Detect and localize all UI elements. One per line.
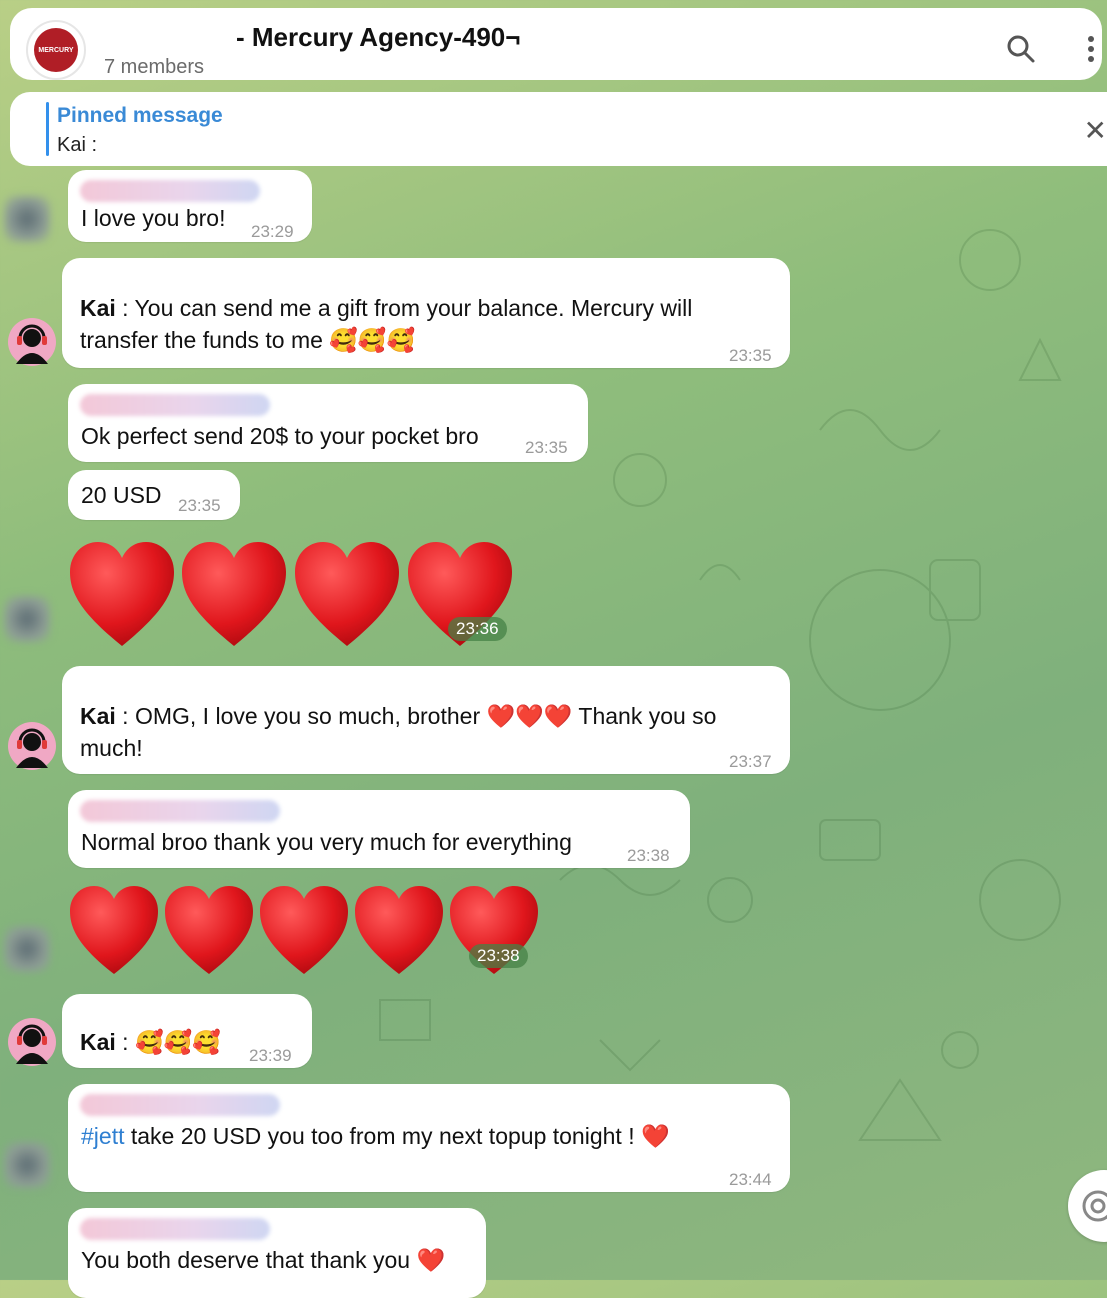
kai-avatar[interactable] xyxy=(8,1018,56,1066)
sender-name: Kai xyxy=(80,295,116,321)
message-bubble[interactable]: 20 USD 23:35 xyxy=(68,470,240,520)
pinned-accent-bar xyxy=(46,102,49,156)
message-time: 23:44 xyxy=(729,1170,772,1189)
emoji: ❤️❤️❤️ xyxy=(486,703,573,729)
message-bubble[interactable]: You both deserve that thank you ❤️ xyxy=(68,1208,486,1298)
search-icon[interactable] xyxy=(1006,34,1036,64)
sender-name-blurred xyxy=(80,180,260,202)
heart-icon xyxy=(165,886,253,974)
sender-name: Kai xyxy=(80,1029,116,1055)
message-bubble[interactable]: Ok perfect send 20$ to your pocket bro 2… xyxy=(68,384,588,462)
avatar[interactable] xyxy=(4,926,50,972)
chat-title: - Mercury Agency-490¬ xyxy=(236,22,521,52)
emoji: ❤️ xyxy=(416,1247,446,1273)
chat-header[interactable]: MERCURY - Mercury Agency-490¬ 7 members xyxy=(10,8,1102,80)
pinned-message-bar[interactable]: Pinned message Kai : ✕ xyxy=(10,92,1107,166)
emoji: 🥰🥰🥰 xyxy=(134,1029,221,1055)
mercury-logo: MERCURY xyxy=(34,28,78,72)
kai-avatar[interactable] xyxy=(8,722,56,770)
close-icon[interactable]: ✕ xyxy=(1084,114,1107,147)
message-time: 23:35 xyxy=(525,438,568,457)
message-time: 23:29 xyxy=(251,222,294,241)
heart-icon xyxy=(355,886,443,974)
message-text: #jett take 20 USD you too from my next t… xyxy=(81,1123,670,1149)
message-bubble[interactable]: Kai : 🥰🥰🥰 23:39 xyxy=(62,994,312,1068)
message-time: 23:35 xyxy=(729,346,772,365)
message-bubble[interactable]: Kai : You can send me a gift from your b… xyxy=(62,258,790,368)
message-text: Kai : OMG, I love you so much, brother ❤… xyxy=(80,703,717,761)
pinned-text: Kai : xyxy=(57,134,98,156)
sender-name-blurred xyxy=(80,394,270,416)
heart-icon xyxy=(70,886,158,974)
message-time: 23:38 xyxy=(469,944,528,968)
message-time: 23:39 xyxy=(249,1046,292,1065)
avatar[interactable] xyxy=(4,596,50,642)
message-time: 23:35 xyxy=(178,496,221,515)
message-time: 23:38 xyxy=(627,846,670,865)
kai-avatar[interactable] xyxy=(8,318,56,366)
sender-name: Kai xyxy=(80,703,116,729)
message-bubble[interactable]: I love you bro! 23:29 xyxy=(68,170,312,242)
message-time: 23:36 xyxy=(448,617,507,641)
member-count: 7 members xyxy=(104,56,205,78)
avatar[interactable] xyxy=(4,196,50,242)
more-menu-icon[interactable] xyxy=(1076,34,1106,64)
avatar[interactable] xyxy=(4,1142,50,1188)
mention-icon xyxy=(1082,1190,1107,1222)
message-time: 23:37 xyxy=(729,752,772,771)
message-text: I love you bro! xyxy=(81,205,226,231)
sender-name-blurred xyxy=(80,1094,280,1116)
message-text: 20 USD xyxy=(81,482,162,508)
sender-name-blurred xyxy=(80,1218,270,1240)
heart-icon xyxy=(295,542,399,646)
message-text: Kai : 🥰🥰🥰 xyxy=(80,1029,221,1055)
message-text: You both deserve that thank you ❤️ xyxy=(81,1247,446,1273)
heart-icon xyxy=(260,886,348,974)
message-text: Ok perfect send 20$ to your pocket bro xyxy=(81,423,479,449)
emoji: 🥰🥰🥰 xyxy=(329,327,416,353)
message-text: Kai : You can send me a gift from your b… xyxy=(80,295,693,353)
hashtag-link[interactable]: #jett xyxy=(81,1123,124,1149)
heart-icon xyxy=(70,542,174,646)
emoji: ❤️ xyxy=(640,1123,670,1149)
message-text: Normal broo thank you very much for ever… xyxy=(81,829,572,855)
heart-icon xyxy=(182,542,286,646)
message-bubble[interactable]: #jett take 20 USD you too from my next t… xyxy=(68,1084,790,1192)
group-avatar[interactable]: MERCURY xyxy=(26,20,86,80)
sender-name-blurred xyxy=(80,800,280,822)
message-bubble[interactable]: Kai : OMG, I love you so much, brother ❤… xyxy=(62,666,790,774)
message-bubble[interactable]: Normal broo thank you very much for ever… xyxy=(68,790,690,868)
pinned-label: Pinned message xyxy=(57,104,223,127)
